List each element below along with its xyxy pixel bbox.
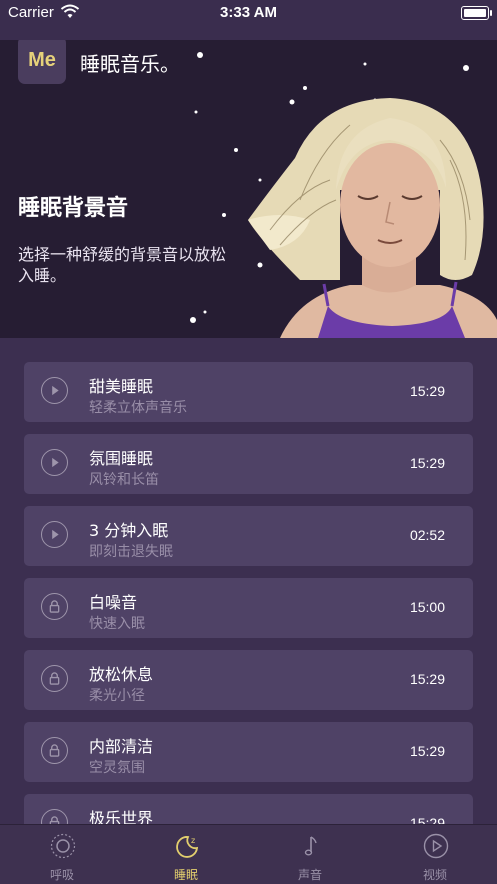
session-duration: 15:29	[409, 383, 445, 399]
session-title: 内部清洁	[89, 737, 154, 756]
lock-button[interactable]	[41, 593, 68, 620]
session-subtitle: 风铃和长笛	[89, 472, 159, 488]
session-card[interactable]: 白噪音快速入眠 15:00	[24, 578, 473, 638]
tab-label: 睡眠	[173, 868, 198, 882]
lock-icon	[49, 600, 60, 613]
lock-button[interactable]	[41, 737, 68, 764]
battery-icon	[461, 6, 492, 20]
status-time: 3:33 AM	[220, 4, 277, 21]
status-bar: Carrier 3:33 AM	[0, 0, 497, 40]
session-title: 放松休息	[89, 665, 154, 684]
session-title: 氛围睡眠	[89, 449, 154, 468]
session-subtitle: 快速入眠	[89, 616, 145, 632]
session-duration: 15:00	[409, 599, 445, 615]
session-list: 甜美睡眠轻柔立体声音乐 15:29 氛围睡眠风铃和长笛 15:29 3 分钟入眠 即刻击退…	[24, 362, 473, 866]
session-title: 3 分钟入眠	[89, 521, 169, 540]
moon-icon: z	[176, 836, 199, 858]
session-duration: 15:29	[409, 743, 445, 759]
lock-icon	[49, 672, 60, 685]
session-title: 甜美睡眠	[89, 377, 154, 396]
session-card[interactable]: 甜美睡眠轻柔立体声音乐 15:29	[24, 362, 473, 422]
tab-label: 声音	[297, 868, 322, 882]
tab-video[interactable]: 视频	[373, 825, 497, 884]
tab-bar: 呼吸 z 睡眠 声音 视频	[0, 824, 497, 884]
session-subtitle: 空灵氛围	[89, 760, 145, 776]
session-duration: 15:29	[409, 671, 445, 687]
lock-button[interactable]	[41, 665, 68, 692]
session-title: 白噪音	[89, 593, 138, 612]
hero-banner: Me 睡眠音乐。 睡眠背景音 选择一种舒缓的背景音以放松入睡。	[0, 40, 497, 338]
session-subtitle: 轻柔立体声音乐	[89, 400, 187, 416]
session-card[interactable]: 3 分钟入眠 即刻击退失眠 02:52	[24, 506, 473, 566]
tab-label: 视频	[422, 868, 447, 882]
session-card[interactable]: 放松休息柔光小径 15:29	[24, 650, 473, 710]
tab-sound[interactable]: 声音	[248, 825, 372, 884]
hero-subtitle: 选择一种舒缓的背景音以放松入睡。	[18, 245, 227, 285]
app-logo: Me	[18, 40, 66, 84]
breath-icon	[50, 833, 76, 859]
session-card[interactable]: 内部清洁空灵氛围 15:29	[24, 722, 473, 782]
app-title: 睡眠音乐。	[80, 52, 180, 76]
svg-text:z: z	[191, 836, 195, 845]
hero-title: 睡眠背景音	[18, 196, 129, 221]
play-circle-icon	[423, 833, 449, 859]
play-icon	[52, 457, 59, 468]
play-button[interactable]	[41, 377, 68, 404]
session-subtitle: 柔光小径	[89, 688, 145, 704]
session-duration: 15:29	[409, 455, 445, 471]
session-subtitle: 即刻击退失眠	[89, 544, 173, 560]
tab-sleep[interactable]: z 睡眠	[124, 825, 248, 884]
session-duration: 02:52	[409, 527, 445, 543]
play-icon	[52, 529, 59, 540]
session-card[interactable]: 氛围睡眠风铃和长笛 15:29	[24, 434, 473, 494]
play-button[interactable]	[41, 449, 68, 476]
tab-breath[interactable]: 呼吸	[0, 825, 124, 884]
tab-label: 呼吸	[49, 868, 74, 882]
play-button[interactable]	[41, 521, 68, 548]
play-icon	[52, 385, 59, 396]
sleeping-woman-illustration	[248, 98, 497, 338]
music-note-icon	[304, 836, 317, 856]
lock-icon	[49, 744, 60, 757]
